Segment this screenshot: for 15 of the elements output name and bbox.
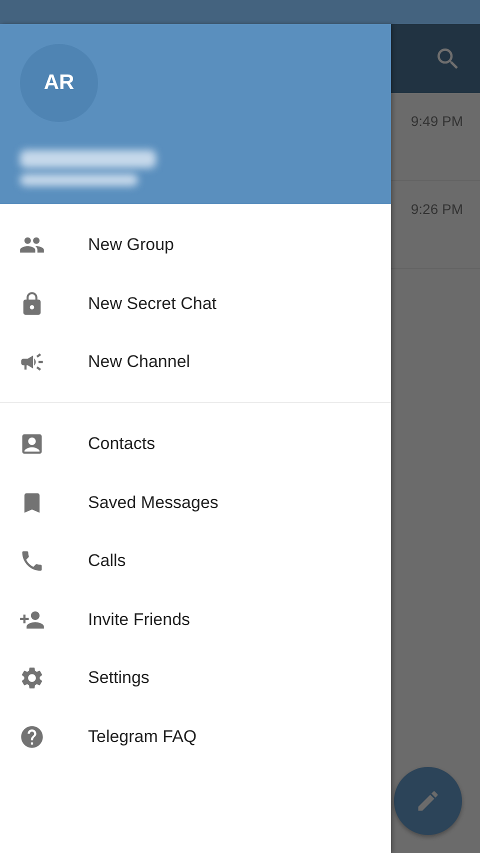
menu-item[interactable]: Invite Friends [0, 590, 391, 650]
help-icon [19, 724, 45, 750]
menu-item[interactable]: New Group [0, 216, 391, 275]
menu-item[interactable]: Contacts [0, 414, 391, 474]
message-time: 9:26 PM [410, 201, 463, 218]
message-time: 9:49 PM [410, 113, 463, 130]
menu-item[interactable]: Telegram FAQ [0, 708, 391, 766]
menu-item[interactable]: Settings [0, 649, 391, 708]
menu-item[interactable]: Calls [0, 532, 391, 591]
menu-item[interactable]: New Secret Chat [0, 274, 391, 334]
settings-icon [19, 665, 45, 692]
menu-item[interactable]: Saved Messages [0, 473, 391, 532]
avatar[interactable]: AR [20, 44, 98, 122]
menu-item[interactable]: New Channel [0, 333, 391, 392]
compose-button[interactable] [394, 767, 462, 835]
